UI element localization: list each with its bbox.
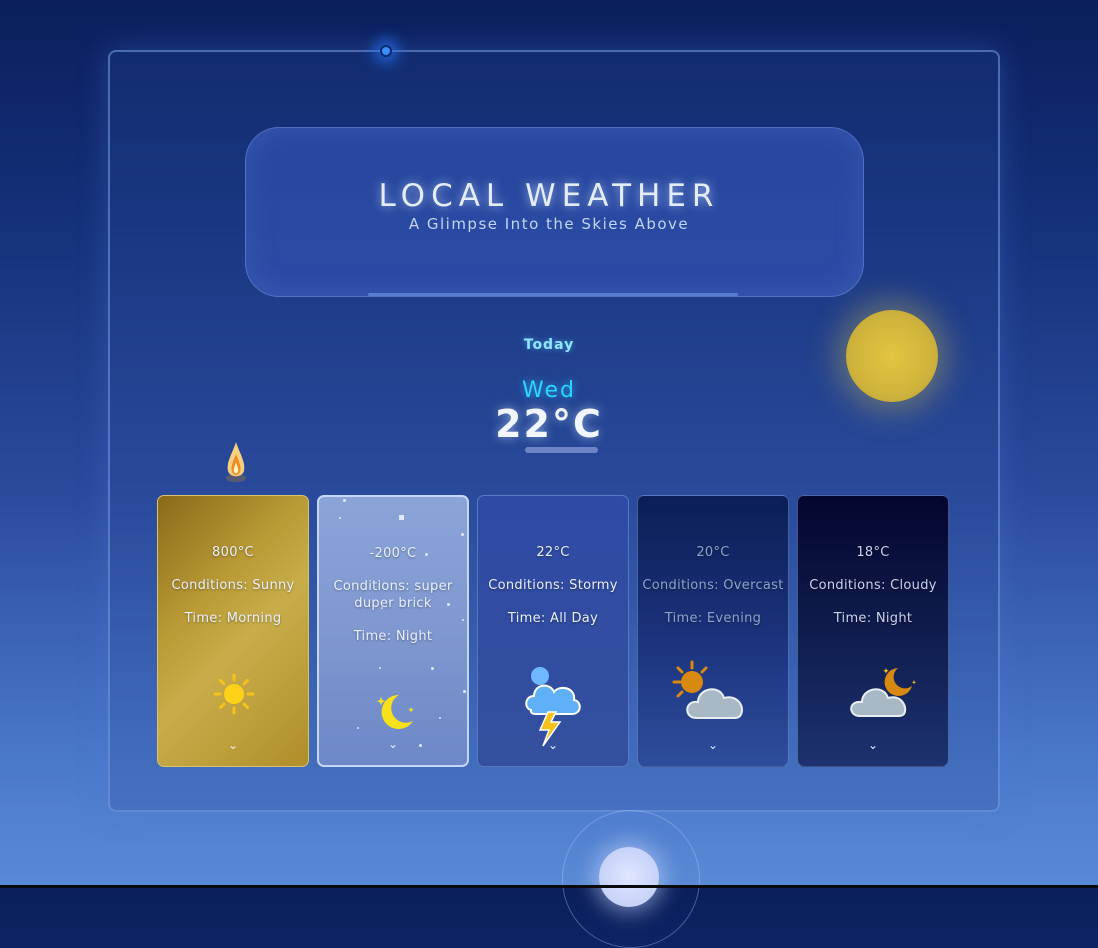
card-conditions: Conditions: Stormy xyxy=(488,578,618,593)
current-day: Wed xyxy=(522,378,576,403)
flame-icon xyxy=(226,442,246,482)
expand-chevron-icon[interactable]: ⌄ xyxy=(798,738,948,752)
expand-chevron-icon[interactable]: ⌄ xyxy=(638,738,788,752)
page-title: LOCAL WEATHER xyxy=(378,178,720,214)
card-time: Time: Night xyxy=(833,611,913,626)
card-conditions: Conditions: Sunny xyxy=(171,578,295,593)
today-label: Today xyxy=(523,337,575,353)
beacon-dot-icon xyxy=(380,45,392,57)
card-time: Time: All Day xyxy=(507,611,599,626)
sun-cloud-icon xyxy=(672,660,743,719)
temperature-bar xyxy=(525,447,598,453)
header-divider xyxy=(368,293,738,296)
card-conditions: Conditions: Overcast xyxy=(642,578,784,593)
forecast-card-cloudy[interactable]: 18°C Conditions: Cloudy Time: Night ⌄ xyxy=(797,495,949,767)
expand-chevron-icon[interactable]: ⌄ xyxy=(158,738,308,752)
forecast-card-brick[interactable]: -200°C Conditions: super duper brick Tim… xyxy=(317,495,469,767)
card-conditions: Conditions: super duper brick xyxy=(333,579,453,611)
card-time: Time: Night xyxy=(353,629,433,644)
moon-icon xyxy=(376,694,414,729)
card-time: Time: Evening xyxy=(664,611,762,626)
card-time: Time: Morning xyxy=(184,611,282,626)
card-temperature: 18°C xyxy=(856,545,890,560)
sun-icon xyxy=(213,673,255,715)
card-temperature: -200°C xyxy=(369,546,417,561)
card-temperature: 20°C xyxy=(696,545,730,560)
forecast-card-sunny[interactable]: 800°C Conditions: Sunny Time: Morning ⌄ xyxy=(157,495,309,767)
current-temperature: 22°C xyxy=(495,402,603,446)
expand-chevron-icon[interactable]: ⌄ xyxy=(319,737,467,751)
forecast-card-overcast[interactable]: 20°C Conditions: Overcast Time: Evening … xyxy=(637,495,789,767)
storm-cloud-icon xyxy=(525,667,581,747)
expand-chevron-icon[interactable]: ⌄ xyxy=(478,738,628,752)
moon-cloud-icon xyxy=(850,668,917,717)
forecast-card-stormy[interactable]: 22°C Conditions: Stormy Time: All Day ⌄ xyxy=(477,495,629,767)
card-temperature: 22°C xyxy=(536,545,570,560)
card-temperature: 800°C xyxy=(212,545,254,560)
moon-orb-icon xyxy=(599,847,659,907)
card-conditions: Conditions: Cloudy xyxy=(809,578,937,593)
page-subtitle: A Glimpse Into the Skies Above xyxy=(408,215,690,233)
